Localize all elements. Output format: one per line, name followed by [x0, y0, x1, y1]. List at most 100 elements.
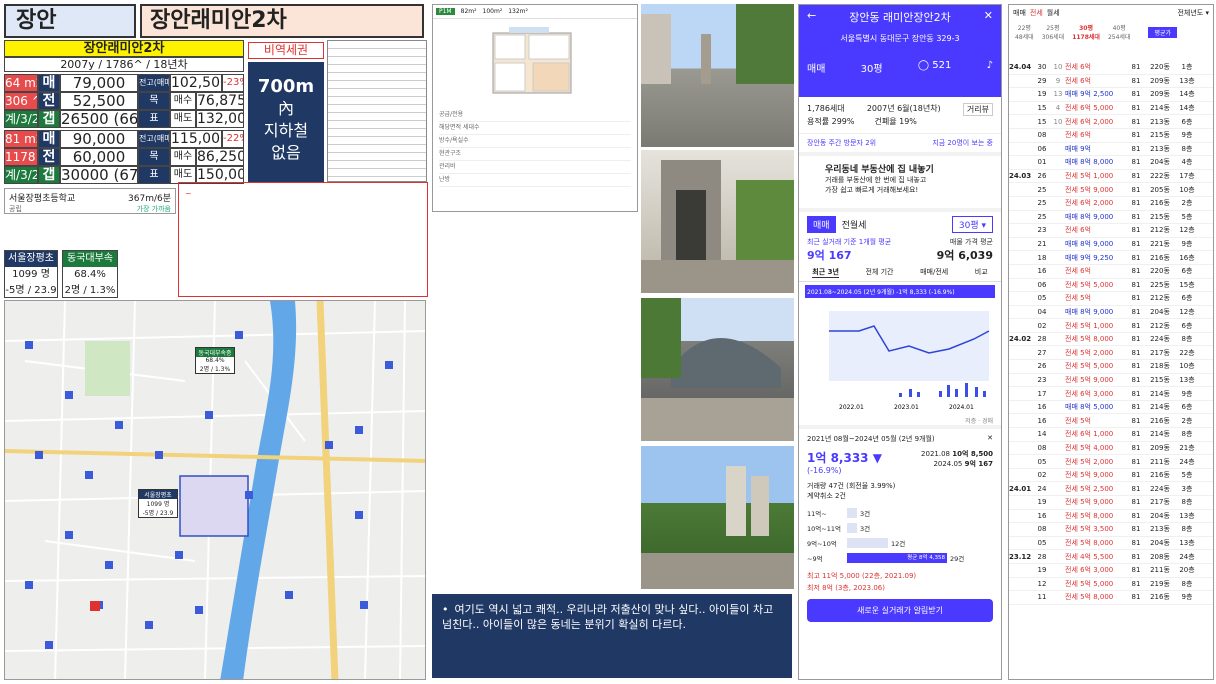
list-item[interactable]: 29 9 전세 6억 81 209동 13층	[1009, 75, 1213, 89]
list-item[interactable]: 27 전세 5억 2,000 81 217동 22층	[1009, 346, 1213, 361]
size-tab[interactable]: 40평 254세대	[1108, 23, 1131, 41]
list-item[interactable]: 24.02 28 전세 5억 8,000 81 224동 8층	[1009, 333, 1213, 347]
list-item[interactable]: 26 전세 5억 5,000 81 218동 10층	[1009, 360, 1213, 374]
list-tab[interactable]: 전세	[1030, 8, 1043, 18]
list-item[interactable]: 08 전세 5억 3,500 81 213동 8층	[1009, 523, 1213, 537]
volume-bar	[899, 393, 902, 397]
chart-tab[interactable]: 비교	[975, 267, 988, 278]
map-marker	[205, 411, 213, 419]
back-icon[interactable]: ←	[807, 9, 816, 25]
list-item[interactable]: 23.12 28 전세 4억 5,500 81 208동 24층	[1009, 550, 1213, 564]
list-item[interactable]: 04 매매 8억 9,000 81 204동 12층	[1009, 306, 1213, 320]
list-item[interactable]: 06 매매 9억 81 213동 8층	[1009, 143, 1213, 157]
main-road	[316, 301, 339, 679]
close-icon[interactable]: ✕	[987, 434, 993, 444]
street-view-button[interactable]: 거리뷰	[962, 103, 993, 116]
list-item[interactable]: 05 전세 5억 81 212동 6층	[1009, 292, 1213, 306]
photo-entrance[interactable]	[641, 150, 794, 293]
list-item[interactable]: 02 전세 5억 1,000 81 212동 6층	[1009, 319, 1213, 333]
list-item[interactable]: 11 전세 5억 8,000 81 216동 9층	[1009, 591, 1213, 605]
size-tab[interactable]: 22평 48세대	[1015, 23, 1034, 41]
list-item[interactable]: 15 10 전세 6억 2,000 81 213동 6층	[1009, 115, 1213, 129]
map-marker	[25, 581, 33, 589]
volume-bar	[947, 385, 950, 397]
price-tag: 전고(매매)	[138, 130, 170, 148]
list-tab[interactable]: 월세	[1047, 8, 1060, 18]
visit-now[interactable]: 지금 20명이 보는 중	[932, 138, 993, 148]
list-item[interactable]: 25 전세 5억 9,000 81 205동 10층	[1009, 183, 1213, 197]
photo-street[interactable]	[641, 4, 794, 147]
price-band-row: 9억~10억 12건	[807, 535, 993, 550]
price-band-bar	[847, 522, 857, 533]
list-item[interactable]: 18 매매 9억 9,250 81 216동 16층	[1009, 251, 1213, 265]
list-item[interactable]: 06 전세 5억 5,000 81 225동 15층	[1009, 279, 1213, 293]
list-item[interactable]: 21 매매 8억 9,000 81 221동 9층	[1009, 238, 1213, 252]
list-item[interactable]: 17 전세 6억 3,000 81 214동 9층	[1009, 387, 1213, 401]
price-value: 52,500	[60, 92, 138, 110]
list-item[interactable]: 24.04 30 10 전세 6억 81 220동 1층	[1009, 61, 1213, 75]
list-item[interactable]: 16 매매 8억 5,000 81 214동 6층	[1009, 401, 1213, 415]
list-item[interactable]: 19 전세 5억 9,000 81 217동 8층	[1009, 496, 1213, 510]
map-marker	[325, 441, 333, 449]
list-item[interactable]: 23 전세 6억 81 212동 12층	[1009, 224, 1213, 238]
tab-sale[interactable]: 매매	[807, 216, 836, 233]
list-item[interactable]: 24.01 24 전세 5억 2,500 81 224동 3층	[1009, 482, 1213, 496]
map-marker	[35, 451, 43, 459]
photo-park[interactable]	[641, 446, 794, 589]
list-item[interactable]: 15 4 전세 6억 5,000 81 214동 14층	[1009, 102, 1213, 116]
list-item[interactable]: 05 전세 5억 2,000 81 211동 24층	[1009, 455, 1213, 469]
list-item[interactable]: 02 전세 5억 9,000 81 216동 5층	[1009, 469, 1213, 483]
floor-plan-panel: P1M 82m² 100m² 132m² 공급/전용 해당면적 세대수 방수/욕실수 현관구…	[432, 4, 638, 212]
chart-x-tick: 2024.01	[949, 404, 974, 411]
size-select[interactable]: 30평	[861, 60, 883, 75]
comment-count[interactable]: ◯ 521	[918, 60, 951, 75]
alert-button[interactable]: 새로운 실거래가 알림받기	[807, 599, 993, 622]
avg-button[interactable]: 평균가	[1148, 26, 1177, 38]
bell-icon[interactable]: ♪	[987, 60, 993, 75]
size-tab[interactable]: 25평 306세대	[1042, 23, 1065, 41]
list-item[interactable]: 08 전세 5억 4,000 81 209동 21층	[1009, 442, 1213, 456]
list-item[interactable]: 12 전세 5억 5,000 81 219동 8층	[1009, 578, 1213, 592]
price-kind: 갭	[38, 110, 60, 128]
map-marker	[65, 531, 73, 539]
list-item[interactable]: 08 전세 6억 81 215동 9층	[1009, 129, 1213, 143]
list-item[interactable]: 24.03 26 전세 5억 1,000 81 222동 17층	[1009, 170, 1213, 184]
area-map[interactable]: 동국대부속중 68.4% 2명 / 1.3% 서울장평초 1099 명 -5명 / 23…	[4, 300, 426, 680]
deal-select[interactable]: 매매	[807, 60, 825, 75]
map-marker	[385, 361, 393, 369]
list-item[interactable]: 14 전세 6억 1,000 81 214동 8층	[1009, 428, 1213, 442]
list-item[interactable]: 25 전세 6억 2,000 81 216동 2층	[1009, 197, 1213, 211]
price-kind: 매	[38, 130, 60, 148]
tab-rent[interactable]: 전월세	[836, 216, 873, 233]
chart-tab[interactable]: 전체 기간	[866, 267, 894, 278]
close-icon[interactable]: ✕	[984, 9, 993, 25]
price-tag: 표	[138, 110, 170, 128]
school-stat-name: 서울장평초	[5, 251, 57, 267]
list-item[interactable]: 05 전세 5억 8,000 81 204동 13층	[1009, 537, 1213, 551]
year-select[interactable]: 전체년도 ▾	[1177, 8, 1209, 18]
price-diff-pct: (-16.9%)	[807, 466, 842, 475]
list-item[interactable]: 16 전세 5억 8,000 81 204동 13층	[1009, 510, 1213, 524]
list-item[interactable]: 16 전세 5억 81 216동 2층	[1009, 414, 1213, 429]
complex-area	[179, 475, 249, 537]
size-dropdown[interactable]: 30평 ▾	[951, 216, 993, 233]
floor-tab[interactable]: 82m²	[461, 8, 477, 15]
list-item[interactable]: 19 13 매매 9억 2,500 81 209동 14층	[1009, 88, 1213, 102]
list-item[interactable]: 19 전세 6억 3,000 81 211동 20층	[1009, 564, 1213, 578]
banner[interactable]: 우리동네 부동산에 집 내놓기 거래를 부동산에 한 번에 집 내놓고 가장 쉽고…	[799, 156, 1001, 212]
list-item[interactable]: 25 매매 8억 9,000 81 215동 5층	[1009, 211, 1213, 225]
price-band-bar	[847, 507, 857, 518]
photo-parking[interactable]	[641, 298, 794, 441]
list-item[interactable]: 23 전세 5억 9,000 81 215동 13층	[1009, 374, 1213, 388]
floor-tab[interactable]: P1M	[436, 8, 455, 15]
trade-count: 거래량 47건 (회전율 3.99%)	[807, 482, 896, 490]
mini-table-row	[328, 113, 426, 121]
floor-tab[interactable]: 132m²	[508, 8, 528, 15]
list-item[interactable]: 16 전세 6억 81 220동 6층	[1009, 265, 1213, 279]
chart-tab[interactable]: 매매/전세	[920, 267, 948, 278]
list-item[interactable]: 01 매매 8억 8,000 81 204동 4층	[1009, 156, 1213, 170]
list-tab[interactable]: 매매	[1013, 8, 1026, 18]
size-tab[interactable]: 30평 1178세대	[1072, 23, 1100, 41]
chart-tab[interactable]: 최근 3년	[812, 267, 839, 278]
floor-tab[interactable]: 100m²	[483, 8, 503, 15]
